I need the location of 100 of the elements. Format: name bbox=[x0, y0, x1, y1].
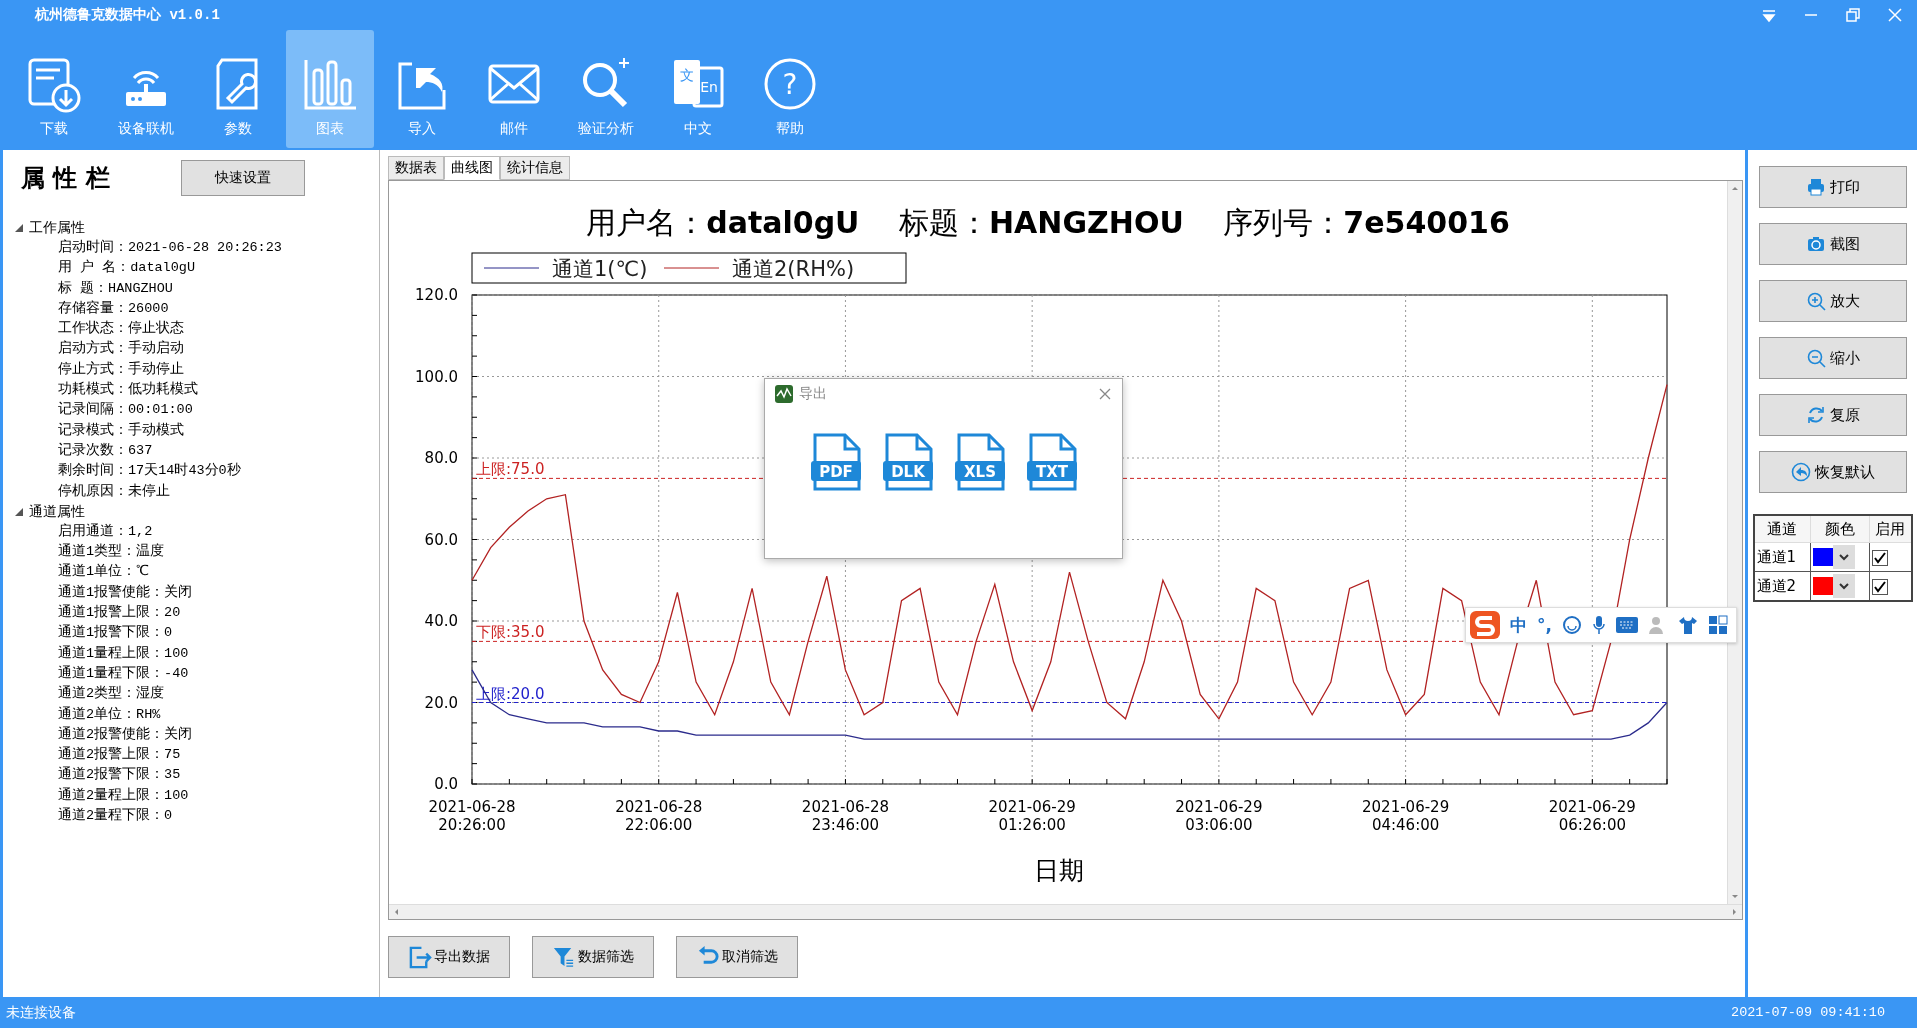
camera-icon bbox=[1805, 234, 1826, 254]
legend-label: 通道1(℃) bbox=[552, 257, 648, 281]
property-item: 通道1报警使能：关闭 bbox=[57, 583, 194, 602]
dropdown-icon[interactable] bbox=[1761, 7, 1777, 23]
property-item: 存储容量：26000 bbox=[57, 299, 170, 318]
expand-arrow-icon[interactable] bbox=[15, 224, 23, 232]
action-button[interactable]: 截图 bbox=[1758, 223, 1907, 265]
ime-option[interactable]: 中 bbox=[1510, 613, 1527, 637]
limit-label: 上限:75.0 bbox=[476, 460, 545, 479]
dropdown-icon[interactable] bbox=[1832, 574, 1855, 598]
property-item: 通道2报警使能：关闭 bbox=[57, 725, 194, 744]
close-icon[interactable] bbox=[1098, 387, 1112, 401]
action-button[interactable]: 恢复默认 bbox=[1758, 451, 1907, 493]
quick-settings-button[interactable]: 快速设置 bbox=[181, 160, 305, 196]
y-tick-label: 80.0 bbox=[424, 449, 458, 467]
property-item: 标 题：HANGZHOU bbox=[57, 279, 174, 298]
x-tick-label: 2021-06-28 20:26:00 bbox=[428, 798, 516, 834]
property-item: 通道2报警上限：75 bbox=[57, 745, 182, 765]
y-tick-label: 20.0 bbox=[424, 693, 458, 712]
property-item: 启动时间：2021-06-28 20:26:23 bbox=[57, 238, 283, 257]
tab[interactable]: 数据表 bbox=[388, 156, 444, 180]
property-item: 功耗模式：低功耗模式 bbox=[57, 380, 199, 400]
property-item: 记录次数：637 bbox=[57, 441, 154, 460]
microphone-icon[interactable] bbox=[1591, 615, 1606, 635]
refresh-icon bbox=[1805, 405, 1826, 425]
horizontal-scrollbar[interactable] bbox=[389, 904, 1742, 919]
column-header: 颜色 bbox=[1810, 515, 1870, 543]
status-time: 2021-07-09 09:41:10 bbox=[1731, 1005, 1885, 1020]
y-tick-label: 60.0 bbox=[424, 530, 458, 549]
tab[interactable]: 曲线图 bbox=[444, 156, 500, 180]
property-item: 通道2单位：RH% bbox=[57, 705, 162, 724]
printer-icon bbox=[1805, 177, 1826, 197]
action-button[interactable]: 缩小 bbox=[1758, 337, 1907, 379]
property-item: 通道1报警下限：0 bbox=[57, 623, 174, 643]
color-swatch[interactable] bbox=[1812, 548, 1833, 566]
property-item: 通道1单位：℃ bbox=[57, 562, 151, 582]
property-item: 停机原因：未停止 bbox=[57, 482, 171, 501]
x-tick-label: 2021-06-29 03:06:00 bbox=[1175, 798, 1263, 834]
property-item: 通道2类型：湿度 bbox=[57, 684, 166, 704]
property-item: 记录模式：手动模式 bbox=[57, 421, 185, 440]
property-item: 用 户 名：datal0gU bbox=[57, 258, 196, 278]
y-tick-label: 100.0 bbox=[415, 367, 458, 386]
x-tick-label: 2021-06-29 01:26:00 bbox=[988, 798, 1076, 834]
y-tick-label: 120.0 bbox=[415, 286, 458, 304]
toolbar-button[interactable]: 数据筛选 bbox=[532, 936, 654, 978]
zoom-out-icon bbox=[1805, 348, 1826, 368]
x-axis-title: 日期 bbox=[1034, 856, 1084, 885]
property-item: 启用通道：1,2 bbox=[57, 522, 154, 541]
dropdown-icon[interactable] bbox=[1832, 545, 1855, 569]
property-item: 通道2量程下限：0 bbox=[57, 806, 174, 825]
x-tick-label: 2021-06-28 23:46:00 bbox=[801, 798, 890, 834]
property-item: 工作状态：停止状态 bbox=[57, 319, 185, 339]
property-item: 通道1量程下限：-40 bbox=[57, 664, 190, 683]
window-title: 杭州德鲁克数据中心 v1.0.1 bbox=[35, 6, 220, 24]
column-header: 启用 bbox=[1869, 515, 1912, 543]
app-icon bbox=[775, 385, 793, 403]
ime-logo-icon[interactable] bbox=[1470, 611, 1500, 639]
action-button[interactable]: 复原 bbox=[1758, 394, 1907, 436]
toolbar-button[interactable]: 取消筛选 bbox=[676, 936, 798, 978]
table-cell: 通道1 bbox=[1753, 542, 1811, 572]
export-icon bbox=[408, 945, 432, 969]
property-item: 剩余时间：17天14时43分0秒 bbox=[57, 461, 242, 481]
checkbox[interactable] bbox=[1871, 549, 1888, 566]
connection-status: 未连接设备 bbox=[6, 1004, 76, 1022]
property-item: 记录间隔：00:01:00 bbox=[57, 400, 194, 420]
limit-label: 下限:35.0 bbox=[476, 623, 545, 642]
y-tick-label: 40.0 bbox=[424, 612, 458, 630]
tree-group-label[interactable]: 通道属性 bbox=[29, 502, 85, 521]
property-item: 通道1报警上限：20 bbox=[57, 603, 182, 623]
tree-group-label[interactable]: 工作属性 bbox=[29, 219, 85, 237]
ime-option[interactable]: °, bbox=[1537, 615, 1552, 635]
property-item: 通道1类型：温度 bbox=[57, 542, 166, 562]
column-header: 通道 bbox=[1753, 515, 1811, 543]
toolbar-button[interactable]: 导出数据 bbox=[388, 936, 510, 978]
keyboard-icon[interactable] bbox=[1615, 617, 1638, 633]
panel-title: 属 性 栏 bbox=[21, 162, 111, 194]
expand-arrow-icon[interactable] bbox=[15, 507, 23, 516]
tab[interactable]: 统计信息 bbox=[500, 156, 570, 180]
grid-icon[interactable] bbox=[1707, 615, 1728, 635]
smiley-icon[interactable] bbox=[1561, 615, 1582, 635]
restore-icon[interactable] bbox=[1845, 7, 1861, 23]
zoom-in-icon bbox=[1805, 291, 1826, 311]
y-tick-label: 0.0 bbox=[434, 775, 458, 793]
property-item: 启动方式：手动启动 bbox=[57, 339, 185, 359]
property-item: 通道2报警下限：35 bbox=[57, 765, 182, 785]
legend-label: 通道2(RH%) bbox=[732, 257, 855, 281]
checkbox[interactable] bbox=[1871, 578, 1888, 595]
filter-icon bbox=[552, 945, 576, 969]
dialog-title: 导出 bbox=[799, 385, 827, 403]
x-tick-label: 2021-06-29 04:46:00 bbox=[1362, 798, 1450, 834]
property-item: 停止方式：手动停止 bbox=[57, 360, 185, 379]
property-item: 通道1量程上限：100 bbox=[57, 644, 190, 663]
color-swatch[interactable] bbox=[1812, 577, 1833, 595]
vertical-scrollbar[interactable] bbox=[1727, 181, 1742, 904]
x-tick-label: 2021-06-28 22:06:00 bbox=[615, 798, 703, 834]
action-button[interactable]: 打印 bbox=[1758, 166, 1907, 208]
x-tick-label: 2021-06-29 06:26:00 bbox=[1548, 798, 1636, 834]
action-button[interactable]: 放大 bbox=[1758, 280, 1907, 322]
shirt-icon[interactable] bbox=[1677, 615, 1698, 635]
chart-title: 用户名：datal0gU 标题：HANGZHOU 序列号：7e540016 bbox=[585, 204, 1511, 242]
